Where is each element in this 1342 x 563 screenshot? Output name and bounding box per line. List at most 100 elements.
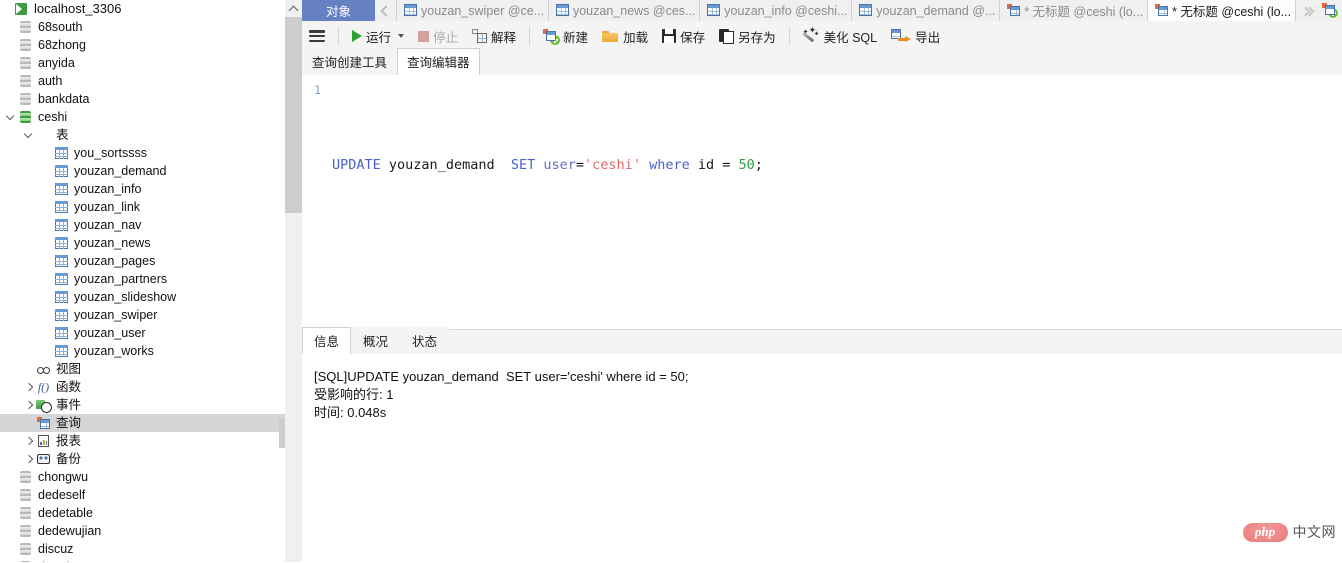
backup-icon [35,451,52,467]
sub-tab-0[interactable]: 查询创建工具 [302,48,398,75]
scrollbar-secondary-thumb[interactable] [279,418,285,448]
save-button[interactable]: 保存 [655,23,712,49]
chevron-down-icon[interactable] [398,34,405,38]
tree-node-label: youzan_nav [74,218,142,232]
tree-node-ceshi[interactable]: ceshi [0,108,285,126]
tree-node-label: youzan_link [74,200,141,214]
tree-node-chongwu[interactable]: chongwu [0,468,285,486]
tree-node-youzan_info[interactable]: youzan_info [0,180,285,198]
sql-editor[interactable]: 1 UPDATE youzan_demand SET user='ceshi' … [302,75,1342,329]
tree-node-youzan_demand[interactable]: youzan_demand [0,162,285,180]
tree-node-dedeself[interactable]: dedeself [0,486,285,504]
editor-tab-1[interactable]: youzan_news @ces... [548,0,701,21]
editor-tab-5[interactable]: * 无标题 @ceshi (lo... [1148,0,1296,21]
tree-node-youzan_news[interactable]: youzan_news [0,234,285,252]
tree-node-表[interactable]: 表 [0,126,285,144]
plus-badge-icon [1328,8,1338,18]
load-button[interactable]: 加载 [595,23,655,49]
export-button[interactable]: 导出 [884,23,947,49]
tree-node-anyida[interactable]: anyida [0,54,285,72]
run-button[interactable]: 运行 [345,23,411,49]
tree-expander-icon[interactable] [4,108,17,126]
tree-twisty-empty [4,36,17,54]
tree-expander-icon[interactable] [22,432,35,450]
sql-token-12: id [697,157,715,173]
stop-button[interactable]: 停止 [411,23,465,49]
tree-node-youzan_user[interactable]: youzan_user [0,324,285,342]
editor-tab-label: youzan_swiper @ce... [421,3,545,18]
open-tabs-list[interactable]: youzan_swiper @ce... youzan_news @ces... y… [396,0,1296,21]
scrollbar-thumb[interactable] [285,17,302,213]
results-tab-1[interactable]: 概况 [351,327,401,354]
sql-code-line[interactable]: UPDATE youzan_demand SET user='ceshi' wh… [332,157,763,173]
magic-wand-icon: ✦ ✦ ✦ [803,25,820,44]
new-button[interactable]: 新建 [536,23,595,49]
tree-node-事件[interactable]: 事件 [0,396,285,414]
sub-tab-1[interactable]: 查询编辑器 [397,48,480,76]
tree-node-discuz[interactable]: discuz [0,540,285,558]
object-tree-sidebar[interactable]: localhost_3306 68south 68zhong anyida auth ba… [0,0,285,562]
editor-tab-label: youzan_demand @... [876,3,996,18]
tree-node-label: discuz [38,542,74,556]
sidebar-vertical-scrollbar[interactable] [279,0,302,562]
database-icon [17,469,34,485]
tree-expander-icon[interactable] [22,396,35,414]
editor-tab-0[interactable]: youzan_swiper @ce... [397,0,549,21]
tree-node-备份[interactable]: 备份 [0,450,285,468]
tree-node-youzan_works[interactable]: youzan_works [0,342,285,360]
results-tab-0[interactable]: 信息 [302,327,352,355]
new-label: 新建 [563,30,589,45]
tree-expander-icon[interactable] [22,378,35,396]
menu-button[interactable] [302,23,332,49]
editor-tab-2[interactable]: youzan_info @ceshi... [700,0,853,21]
database-tree[interactable]: localhost_3306 68south 68zhong anyida auth ba… [0,0,285,562]
tree-node-youzan_partners[interactable]: youzan_partners [0,270,285,288]
tree-twisty-empty [4,72,17,90]
tree-node-label: ceshi [38,110,68,124]
tree-node-查询[interactable]: 查询 [0,414,285,432]
save-as-button[interactable]: 另存为 [712,23,783,49]
function-icon: f() [37,380,50,394]
watermark: php 中文网 [1242,522,1337,542]
view-icon [35,361,52,377]
tree-node-68south[interactable]: 68south [0,18,285,36]
scroll-up-arrow-icon[interactable] [285,0,302,17]
tree-node-you_sortssss[interactable]: you_sortssss [0,144,285,162]
results-tab-bar[interactable]: 信息 概况 状态 [302,327,1342,355]
tree-node-localhost_3306[interactable]: localhost_3306 [0,0,285,18]
result-line-0: [SQL]UPDATE youzan_demand SET user='cesh… [314,369,689,384]
editor-tab-strip[interactable]: 对象 youzan_swiper @ce... youzan_news @ces.… [302,0,1342,22]
query-sub-tabs[interactable]: 查询创建工具 查询编辑器 [302,48,1342,76]
tree-node-68zhong[interactable]: 68zhong [0,36,285,54]
beautify-sql-button[interactable]: ✦ ✦ ✦ 美化 SQL [796,23,885,49]
tree-node-youzan_swiper[interactable]: youzan_swiper [0,306,285,324]
tree-node-label: dedeself [38,488,86,502]
sql-token-4: SET [510,157,536,173]
tree-node-dedetable[interactable]: dedetable [0,504,285,522]
results-tab-2[interactable]: 状态 [400,327,450,354]
tree-expander-icon[interactable] [22,126,35,144]
tree-node-youzan_slideshow[interactable]: youzan_slideshow [0,288,285,306]
editor-tab-4[interactable]: * 无标题 @ceshi (lo... [1000,0,1149,21]
tree-node-auth[interactable]: auth [0,72,285,90]
tree-node-youzan_pages[interactable]: youzan_pages [0,252,285,270]
new-query-button[interactable] [1318,0,1342,21]
sql-token-9 [641,157,649,173]
editor-tab-3[interactable]: youzan_demand @... [852,0,1001,21]
tree-node-函数[interactable]: f() 函数 [0,378,285,396]
tree-node-youzan_nav[interactable]: youzan_nav [0,216,285,234]
explain-button[interactable]: 解释 [465,23,523,49]
tree-node-youzan_link[interactable]: youzan_link [0,198,285,216]
chevron-double-right-icon [1302,7,1312,15]
tree-node-视图[interactable]: 视图 [0,360,285,378]
tree-expander-icon[interactable] [22,450,35,468]
tab-objects[interactable]: 对象 [302,0,375,21]
tree-node-dormitory[interactable]: dormitory [0,558,285,562]
table-icon [53,307,70,323]
tree-node-报表[interactable]: 报表 [0,432,285,450]
tree-node-bankdata[interactable]: bankdata [0,90,285,108]
tabs-scroll-left-button[interactable] [375,0,396,21]
tabs-overflow-button[interactable] [1296,0,1318,21]
sql-token-6: user [543,157,576,173]
tree-node-dedewujian[interactable]: dedewujian [0,522,285,540]
